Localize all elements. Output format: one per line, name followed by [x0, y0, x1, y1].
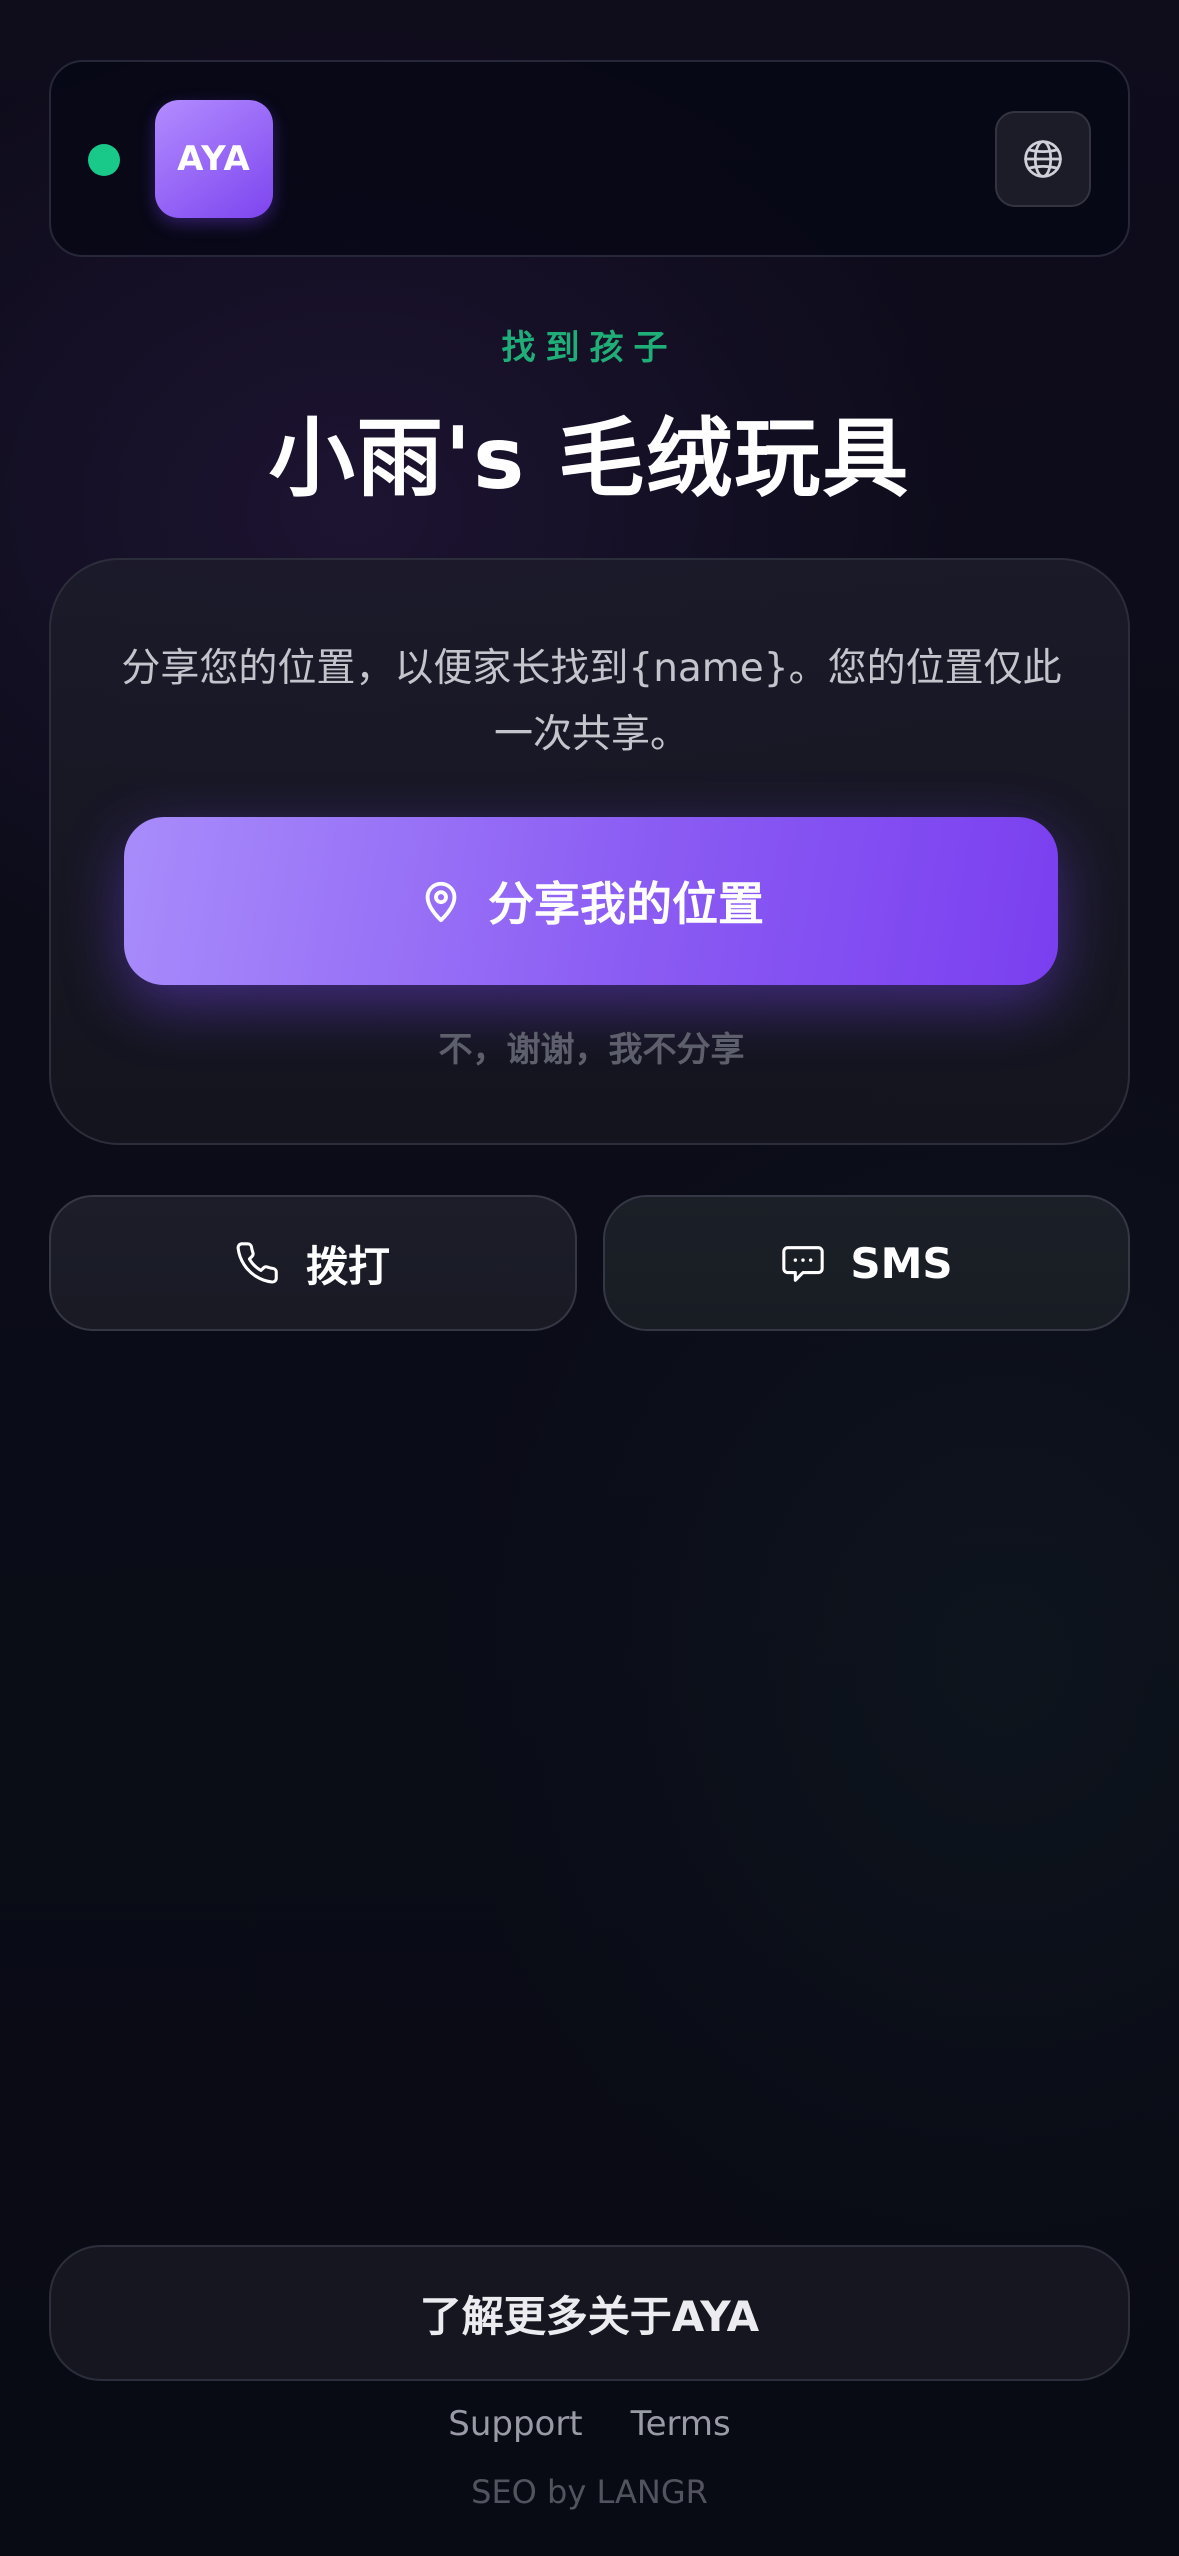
- share-location-card: 分享您的位置，以便家长找到{name}。您的位置仅此一次共享。 分享我的位置 不…: [49, 558, 1130, 1145]
- section-eyebrow: 找到孩子: [501, 328, 678, 368]
- seo-credit: SEO by LANGR: [471, 2473, 708, 2511]
- share-button-label: 分享我的位置: [488, 877, 764, 931]
- terms-link[interactable]: Terms: [631, 2404, 731, 2444]
- learn-more-label: 了解更多关于AYA: [419, 2291, 760, 2341]
- aya-logo: AYA: [155, 100, 273, 218]
- phone-icon: [236, 1242, 278, 1284]
- sms-label: SMS: [850, 1238, 953, 1288]
- footer-links: Support Terms: [0, 2404, 1179, 2444]
- learn-more-button[interactable]: 了解更多关于AYA: [49, 2245, 1130, 2381]
- call-button[interactable]: 拨打: [49, 1195, 577, 1331]
- share-location-button[interactable]: 分享我的位置: [124, 817, 1058, 985]
- logo-text: AYA: [177, 139, 251, 179]
- chat-bubble-icon: [782, 1246, 825, 1282]
- top-bar: AYA: [49, 60, 1130, 257]
- support-link[interactable]: Support: [448, 2404, 582, 2444]
- page-title: 小雨's 毛绒玩具: [268, 409, 911, 509]
- globe-icon: [1024, 140, 1062, 178]
- decline-share-link[interactable]: 不，谢谢，我不分享: [51, 1022, 1132, 1071]
- online-status-indicator: [88, 144, 120, 176]
- call-label: 拨打: [305, 1241, 390, 1291]
- location-pin-icon: [425, 881, 457, 923]
- sms-button[interactable]: SMS: [603, 1195, 1130, 1331]
- share-description: 分享您的位置，以便家长找到{name}。您的位置仅此一次共享。: [121, 646, 1062, 757]
- language-button[interactable]: [995, 111, 1091, 207]
